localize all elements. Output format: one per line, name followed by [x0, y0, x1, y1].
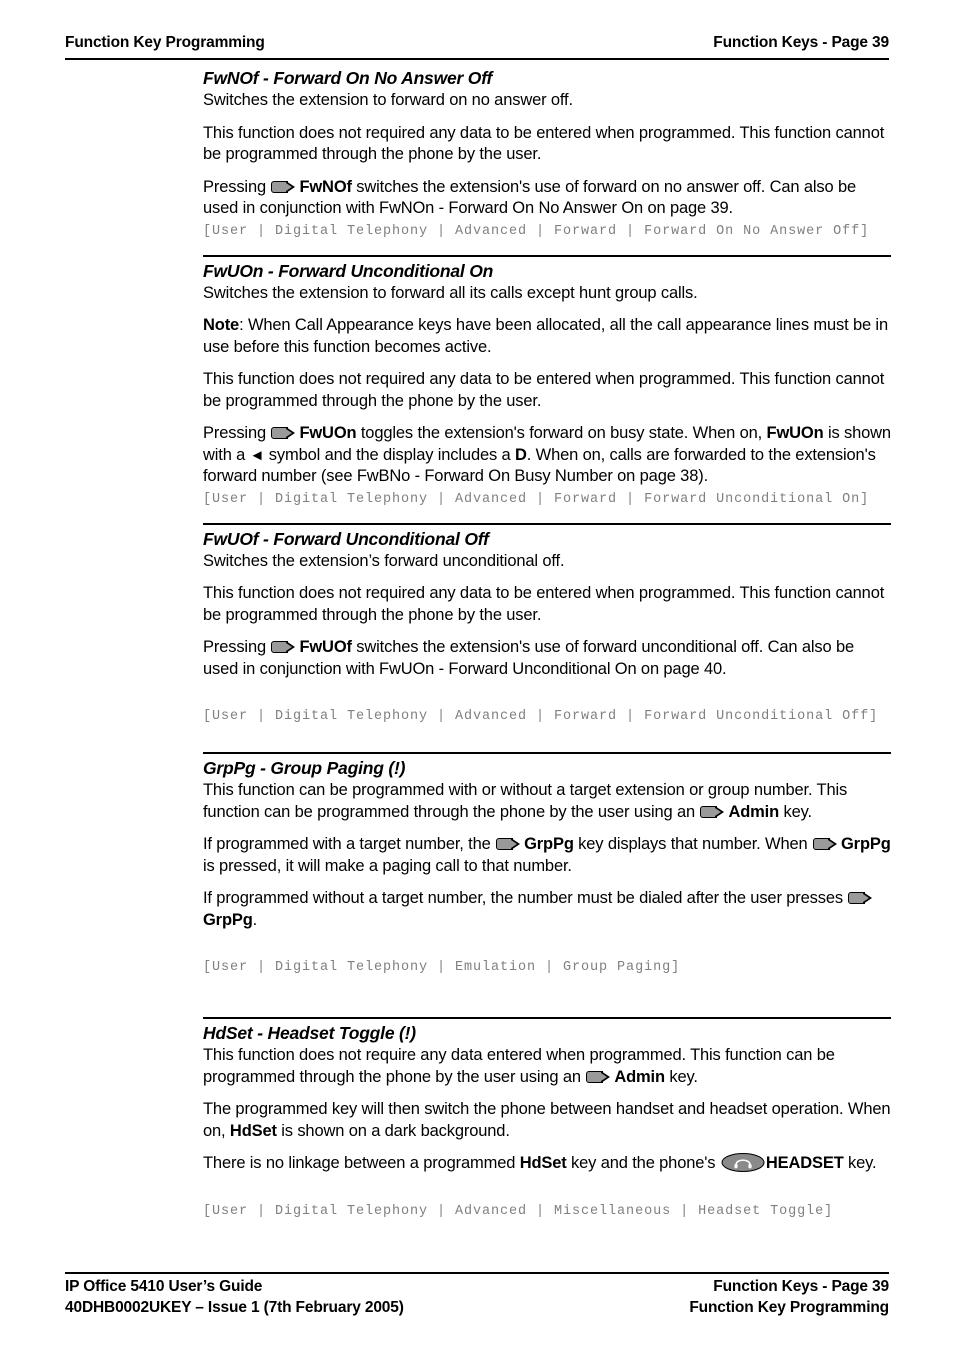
footer-divider	[65, 1272, 889, 1274]
grppg-p3-a: If programmed without a target number, t…	[203, 889, 848, 907]
section-hdset: HdSet - Headset Toggle (!) This function…	[203, 1017, 891, 1221]
grppg-menu-path: [User | Digital Telephony | Emulation | …	[203, 960, 681, 975]
section-title-grppg: GrpPg - Group Paging (!)	[203, 758, 406, 778]
fwuon-paragraph-3: This function does not required any data…	[203, 370, 885, 410]
programmable-key-icon	[496, 838, 521, 850]
fwnof-key-label: FwNOf	[299, 177, 352, 196]
headset-icon	[721, 1153, 765, 1172]
hdset-p3-a: There is no linkage between a programmed	[203, 1154, 520, 1172]
section-title-fwnof: FwNOf - Forward On No Answer Off	[203, 68, 493, 88]
grppg-key-label: GrpPg	[524, 835, 574, 853]
document-content: FwNOf - Forward On No Answer Off Switche…	[203, 64, 891, 1221]
fwuon-paragraph-4: Pressing FwUOn toggles the extension's f…	[203, 423, 891, 488]
fwuon-p4-mid1: toggles the extension's forward on busy …	[356, 424, 767, 442]
hdset-paragraph-2: The programmed key will then switch the …	[203, 1099, 891, 1142]
grppg-p2-c: is pressed, it will make a paging call t…	[203, 856, 572, 875]
fwnof-menu-path: [User | Digital Telephony | Advanced | F…	[203, 223, 870, 239]
footer-left-block: IP Office 5410 User’s Guide 40DHB0002UKE…	[65, 1276, 404, 1318]
grppg-p3-b: .	[252, 910, 258, 929]
fwuof-p3-pre: Pressing	[203, 638, 271, 656]
fwnof-paragraph-3: Pressing FwNOf switches the extension's …	[203, 177, 891, 220]
fwnof-p3-pre: Pressing	[203, 177, 271, 196]
document-page: Function Key Programming Function Keys -…	[0, 0, 954, 1351]
footer-guide-title: IP Office 5410 User’s Guide	[65, 1278, 263, 1295]
fwuof-paragraph-3: Pressing FwUOf switches the extension's …	[203, 637, 891, 680]
fwnof-paragraph-2: This function does not required any data…	[203, 123, 885, 164]
page-footer: IP Office 5410 User’s Guide 40DHB0002UKE…	[65, 1276, 889, 1318]
programmable-key-icon	[271, 427, 296, 439]
grppg-paragraph-3: If programmed without a target number, t…	[203, 888, 891, 931]
hdset-p3-b: key and the phone's	[566, 1154, 720, 1172]
fwuon-p4-pre: Pressing	[203, 424, 271, 442]
grppg-paragraph-1: This function can be programmed with or …	[203, 780, 891, 823]
fwuon-menu-path: [User | Digital Telephony | Advanced | F…	[203, 491, 870, 507]
hdset-key-label-2: HdSet	[519, 1154, 567, 1172]
footer-document-id: 40DHB0002UKEY – Issue 1 (7th February 20…	[65, 1299, 404, 1316]
hdset-p3-c: key.	[843, 1154, 877, 1172]
section-divider-fwuon	[203, 254, 891, 257]
section-title-hdset: HdSet - Headset Toggle (!)	[203, 1023, 416, 1043]
fwnof-paragraph-1: Switches the extension to forward on no …	[203, 91, 573, 109]
hdset-paragraph-1: This function does not require any data …	[203, 1045, 891, 1088]
footer-right-block: Function Keys - Page 39 Function Key Pro…	[689, 1276, 889, 1318]
programmable-key-icon	[586, 1070, 611, 1083]
fwuon-paragraph-1: Switches the extension to forward all it…	[203, 283, 698, 302]
section-fwuof: FwUOf - Forward Unconditional Off Switch…	[203, 522, 891, 727]
hdset-p1-b: key.	[664, 1067, 698, 1086]
grppg-p1-b: key.	[779, 802, 812, 821]
fwuof-key-label: FwUOf	[299, 638, 352, 656]
page-header: Function Key Programming Function Keys -…	[65, 34, 889, 52]
footer-chapter-label: Function Key Programming	[689, 1299, 889, 1316]
path-gap	[203, 1186, 891, 1200]
section-divider-fwuof	[203, 522, 891, 525]
fwuon-paragraph-2: Note: When Call Appearance keys have bee…	[203, 315, 891, 358]
grppg-key-label-3: GrpPg	[203, 910, 253, 929]
section-divider-hdset	[203, 1017, 891, 1019]
hdset-p2-b: is shown on a dark background.	[276, 1121, 510, 1140]
grppg-key-label-2: GrpPg	[841, 835, 891, 853]
header-left-text: Function Key Programming	[65, 34, 265, 51]
path-gap	[203, 942, 891, 956]
hdset-key-label: HdSet	[229, 1121, 277, 1140]
hdset-p1-a: This function does not require any data …	[203, 1046, 835, 1086]
fwuon-key-label-2: FwUOn	[766, 424, 824, 442]
fwuon-p4-mid3: symbol and the display includes a	[264, 445, 515, 464]
hdset-headset-key-label: HEADSET	[765, 1154, 844, 1172]
header-divider	[65, 58, 889, 60]
fwuon-display-letter: D	[515, 445, 527, 464]
programmable-key-icon	[271, 641, 296, 653]
section-fwuon: FwUOn - Forward Unconditional On Switche…	[203, 254, 891, 509]
fwuon-note-text: : When Call Appearance keys have been al…	[203, 316, 888, 356]
section-grppg: GrpPg - Group Paging (!) This function c…	[203, 752, 891, 977]
section-title-fwuof: FwUOf - Forward Unconditional Off	[203, 528, 489, 549]
hdset-menu-path: [User | Digital Telephony | Advanced | M…	[203, 1203, 834, 1219]
grppg-paragraph-2: If programmed with a target number, the …	[203, 834, 891, 877]
section-title-fwuon: FwUOn - Forward Unconditional On	[203, 260, 494, 281]
hdset-admin-label: Admin	[614, 1067, 665, 1086]
section-fwnof: FwNOf - Forward On No Answer Off Switche…	[203, 67, 891, 241]
left-triangle-icon: ◄	[249, 446, 265, 464]
path-gap	[203, 691, 891, 705]
section-divider-grppg	[203, 752, 891, 754]
fwuof-paragraph-1: Switches the extension’s forward uncondi…	[203, 551, 565, 570]
programmable-key-icon	[271, 180, 296, 193]
grppg-p2-b: key displays that number. When	[573, 835, 812, 853]
hdset-paragraph-3: There is no linkage between a programmed…	[203, 1153, 891, 1175]
footer-page-label: Function Keys - Page 39	[713, 1278, 889, 1295]
grppg-p2-a: If programmed with a target number, the	[203, 835, 496, 853]
fwuof-menu-path: [User | Digital Telephony | Advanced | F…	[203, 709, 879, 724]
programmable-key-icon	[700, 805, 725, 818]
programmable-key-icon	[813, 838, 838, 850]
fwuon-note-label: Note	[203, 316, 240, 334]
header-right-text: Function Keys - Page 39	[713, 34, 889, 51]
programmable-key-icon	[848, 892, 873, 904]
fwuon-key-label: FwUOn	[299, 424, 357, 442]
fwuof-paragraph-2: This function does not required any data…	[203, 584, 885, 624]
grppg-admin-label: Admin	[728, 802, 780, 821]
